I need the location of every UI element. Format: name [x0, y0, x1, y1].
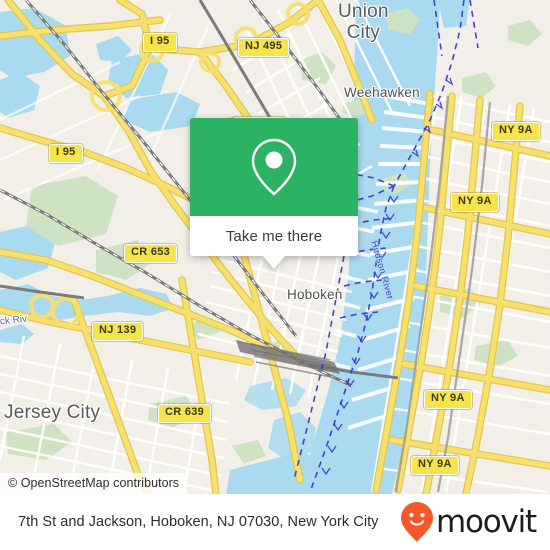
footer-bar: 7th St and Jackson, Hoboken, NJ 07030, N… [0, 494, 550, 550]
map-screenshot: Union City Weehawken Hoboken Jersey City… [0, 0, 550, 550]
osm-attribution[interactable]: © OpenStreetMap contributors [0, 473, 188, 494]
take-me-there-button[interactable]: Take me there [190, 216, 358, 256]
moovit-wordmark: moovit [435, 503, 537, 540]
location-popup[interactable]: Take me there [190, 118, 358, 269]
moovit-brand[interactable]: moovit [400, 501, 537, 543]
moovit-smiley-pin-icon [400, 502, 433, 542]
location-pin-icon [251, 138, 297, 196]
address-text: 7th St and Jackson, Hoboken, NJ 07030, N… [18, 513, 379, 530]
popup-pointer-tail [263, 256, 285, 269]
take-me-there-label: Take me there [225, 227, 323, 245]
popup-header [190, 118, 358, 216]
